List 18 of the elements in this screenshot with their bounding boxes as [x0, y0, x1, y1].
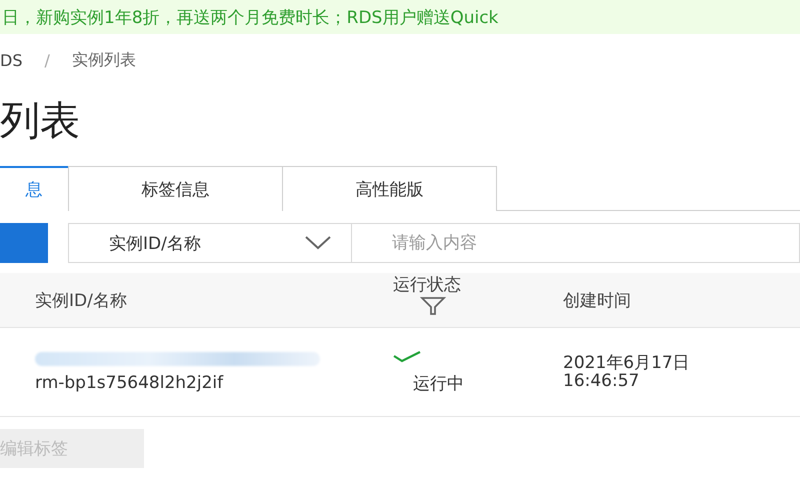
tab[interactable]: 标签信息 [68, 166, 283, 211]
breadcrumb-separator: / [44, 50, 50, 70]
column-header: 创建时间 [563, 290, 632, 312]
tab[interactable]: 息 [0, 166, 69, 211]
tab[interactable]: 高性能版 [282, 166, 497, 211]
status-text: 运行中 [413, 375, 464, 393]
search-field[interactable]: 请输入内容 [352, 223, 800, 263]
breadcrumb-link[interactable]: DS [0, 50, 22, 70]
breadcrumb-link[interactable]: 实例列表 [72, 50, 136, 70]
table-cell-text: 2021年6月17日 16:46:57 [563, 354, 691, 390]
promo-banner-text: 日，新购实例1年8折，再送两个月免费时长；RDS用户赠送Quick [2, 6, 498, 28]
page-title: 列表 [0, 97, 81, 146]
filter-icon[interactable] [420, 296, 446, 316]
search-type-select[interactable]: 实例ID/名称 [68, 223, 352, 263]
column-header: 运行状态 [393, 274, 461, 296]
instance-id[interactable]: rm-bp1s75648l2h2j2if [35, 374, 393, 392]
chevron-down-icon [305, 236, 331, 250]
column-header: 实例ID/名称 [34, 290, 128, 312]
